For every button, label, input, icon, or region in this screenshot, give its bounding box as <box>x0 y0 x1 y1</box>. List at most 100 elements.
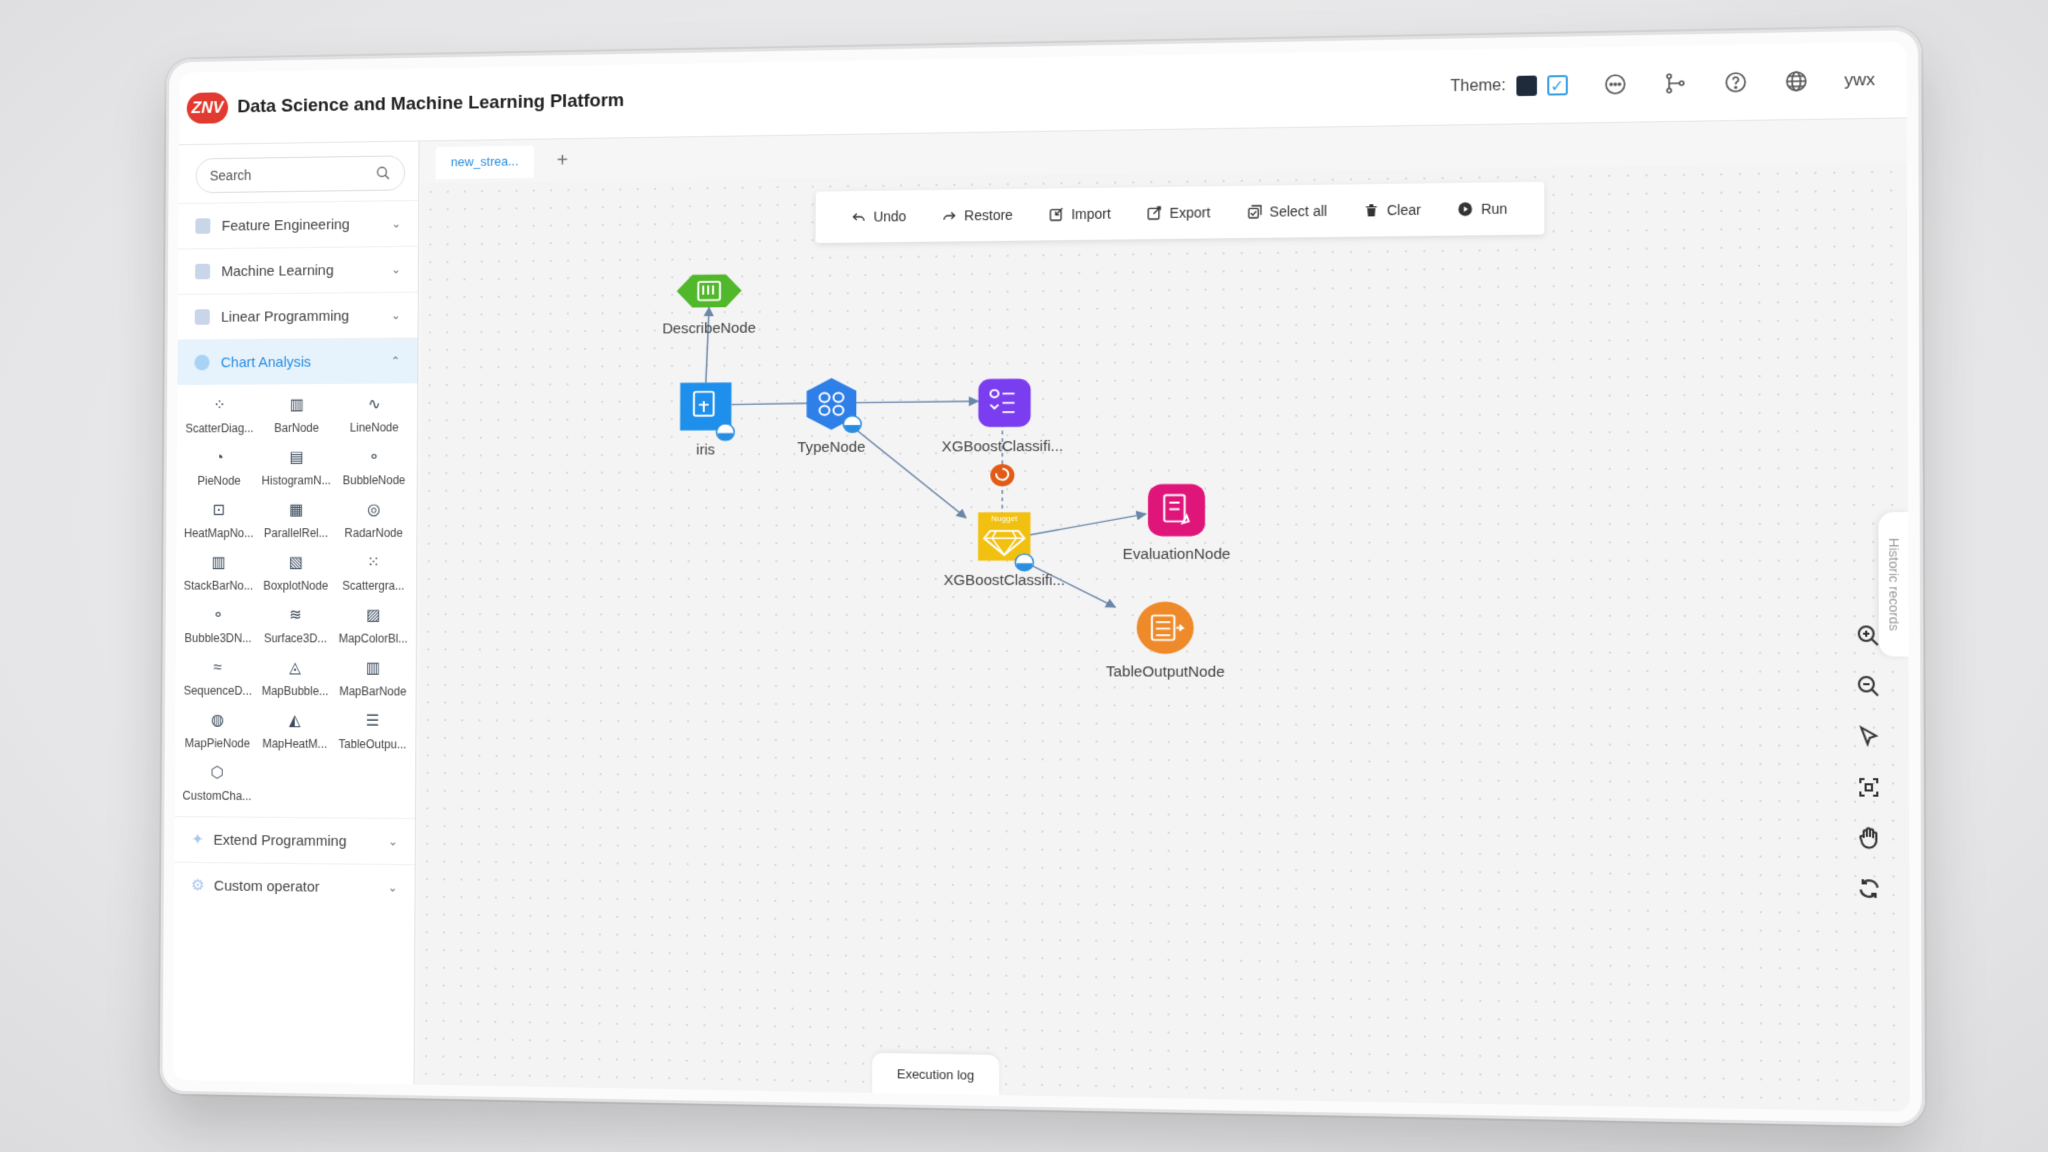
feature-engineering-icon <box>195 218 211 234</box>
globe-icon[interactable] <box>1783 69 1808 94</box>
chart-node-icon: ▨ <box>365 607 381 624</box>
chart-node-item[interactable]: ⚬ Bubble3DN... <box>180 606 257 645</box>
chart-node-label: BarNode <box>274 421 320 435</box>
chart-node-label: PieNode <box>197 473 241 488</box>
node-xgboost-model-label: XGBoostClassifi... <box>942 439 1064 455</box>
help-icon[interactable] <box>1723 70 1748 95</box>
operator-sidebar: Search Feature Engineering ⌄ Machine Lea… <box>172 141 420 1085</box>
edge-iris-describe <box>706 307 709 382</box>
node-evaluation[interactable]: EvaluationNode <box>1123 483 1231 563</box>
node-describe[interactable]: DescribeNode <box>662 274 756 337</box>
theme-dark-swatch[interactable] <box>1516 75 1537 97</box>
chart-node-item[interactable]: ◔ PieNode <box>181 449 258 488</box>
chart-node-item[interactable]: ⬡ CustomCha... <box>178 763 255 803</box>
chart-node-item[interactable]: ≈ SequenceD... <box>179 659 256 698</box>
category-feature-engineering[interactable]: Feature Engineering ⌄ <box>178 199 419 249</box>
chart-node-item[interactable]: ⁘ ScatterDiag... <box>181 396 258 435</box>
chart-node-icon: ∿ <box>367 396 381 413</box>
chart-node-item[interactable]: ☰ TableOutpu... <box>334 712 412 752</box>
chart-node-item[interactable]: ≋ Surface3D... <box>257 606 335 645</box>
branch-icon[interactable] <box>1663 71 1688 96</box>
chart-node-label: BubbleNode <box>342 473 406 488</box>
category-custom-operator[interactable]: ⚙ Custom operator ⌄ <box>173 861 415 911</box>
chart-node-label: Bubble3DN... <box>184 631 252 646</box>
node-xgboost-nugget[interactable]: Nugget XGBoostClassifi... <box>943 512 1065 589</box>
search-input[interactable]: Search <box>195 155 406 194</box>
node-type[interactable]: TypeNode <box>797 377 865 456</box>
hand-icon[interactable] <box>1856 825 1881 855</box>
chart-node-label: StackBarNo... <box>183 578 254 593</box>
chart-node-icon: ⁙ <box>367 554 380 572</box>
build-indicator-icon[interactable] <box>990 464 1015 487</box>
flow-canvas[interactable]: Undo Restore Import Export Select all Cl… <box>417 163 1910 1112</box>
chart-node-item[interactable]: ▥ StackBarNo... <box>180 554 257 593</box>
category-label: Machine Learning <box>221 261 334 280</box>
refresh-icon[interactable] <box>1856 876 1881 906</box>
edge-nugget-evaluation <box>1026 514 1146 536</box>
chart-node-label: Surface3D... <box>263 631 327 646</box>
historic-records-label: Historic records <box>1885 537 1902 631</box>
chart-node-icon: ⬡ <box>210 764 224 782</box>
zoom-out-icon[interactable] <box>1856 674 1881 704</box>
chart-node-item[interactable]: ▦ ParallelRel... <box>257 501 335 540</box>
zoom-in-icon[interactable] <box>1856 623 1881 653</box>
chart-node-item[interactable]: ∿ LineNode <box>335 395 413 434</box>
chevron-up-icon: ⌃ <box>390 354 401 368</box>
node-iris-label: iris <box>696 443 715 459</box>
chart-node-label: RadarNode <box>344 526 403 540</box>
chart-node-item[interactable]: ▥ MapBarNode <box>334 659 412 698</box>
chart-node-item[interactable]: ▧ BoxplotNode <box>257 554 335 593</box>
header-actions: Theme: ✓ ywx <box>1450 42 1875 124</box>
nugget-tag: Nugget <box>991 514 1018 523</box>
chat-icon[interactable] <box>1603 72 1628 97</box>
chart-node-item[interactable]: ◍ MapPieNode <box>179 711 256 750</box>
tab-new-stream[interactable]: new_strea... <box>435 145 534 179</box>
chart-node-icon: ◍ <box>210 712 225 729</box>
pointer-icon[interactable] <box>1856 724 1881 754</box>
chart-node-label: SequenceD... <box>183 683 252 698</box>
chart-node-label: MapBubble... <box>261 684 329 699</box>
category-machine-learning[interactable]: Machine Learning ⌄ <box>178 245 418 295</box>
machine-learning-icon <box>195 263 211 280</box>
chart-node-label: MapPieNode <box>184 736 251 751</box>
flow-graph: DescribeNode iris TypeNode XGBoostClassi… <box>417 163 1910 1112</box>
node-type-label: TypeNode <box>797 440 865 456</box>
chart-node-label: BoxplotNode <box>263 578 329 593</box>
node-iris[interactable]: iris <box>680 382 734 458</box>
node-describe-label: DescribeNode <box>662 321 756 337</box>
gear-icon: ⚙ <box>190 877 205 895</box>
chart-node-item[interactable]: ▨ MapColorBl... <box>334 606 412 645</box>
chart-node-item[interactable]: ▤ HistogramN... <box>258 448 336 487</box>
chart-analysis-icon <box>194 354 210 371</box>
chart-node-label: HeatMapNo... <box>183 526 254 541</box>
edge-type-nugget <box>842 418 966 518</box>
category-linear-programming[interactable]: Linear Programming ⌄ <box>177 291 418 340</box>
node-table-output[interactable]: TableOutputNode <box>1106 601 1225 681</box>
chart-node-item[interactable]: ◎ RadarNode <box>335 501 413 540</box>
add-tab-button[interactable]: + <box>557 149 568 172</box>
chart-node-item[interactable]: ⊡ HeatMapNo... <box>180 501 257 540</box>
historic-records-tab[interactable]: Historic records <box>1878 512 1909 657</box>
user-menu[interactable]: ywx <box>1844 70 1875 91</box>
node-table-output-label: TableOutputNode <box>1106 664 1225 680</box>
chart-node-item[interactable]: ⚬ BubbleNode <box>335 448 413 487</box>
theme-selector: Theme: ✓ <box>1450 75 1568 97</box>
fit-view-icon[interactable] <box>1856 775 1881 805</box>
category-chart-analysis[interactable]: Chart Analysis ⌃ <box>177 337 418 386</box>
chart-node-item[interactable]: ⁙ Scattergra... <box>334 553 412 592</box>
chart-node-icon: ≋ <box>289 607 302 624</box>
chart-node-icon: ▧ <box>288 554 303 572</box>
chart-node-icon: ◭ <box>288 712 301 730</box>
theme-light-swatch[interactable]: ✓ <box>1546 75 1568 96</box>
chart-node-label: MapBarNode <box>339 684 407 699</box>
chart-node-item[interactable]: ▥ BarNode <box>258 396 336 435</box>
extend-programming-icon: ✦ <box>191 831 205 849</box>
chart-node-icon: ▥ <box>365 660 381 677</box>
chart-node-icon: ▥ <box>289 396 304 414</box>
node-xgboost-model[interactable]: XGBoostClassifi... <box>942 378 1064 455</box>
chart-node-label: CustomCha... <box>182 788 252 804</box>
category-extend-programming[interactable]: ✦ Extend Programming ⌄ <box>174 816 415 865</box>
chart-node-item[interactable]: ◭ MapHeatM... <box>256 711 334 751</box>
chart-node-item[interactable]: ◬ MapBubble... <box>256 659 334 698</box>
execution-log-tab[interactable]: Execution log <box>872 1052 1000 1096</box>
